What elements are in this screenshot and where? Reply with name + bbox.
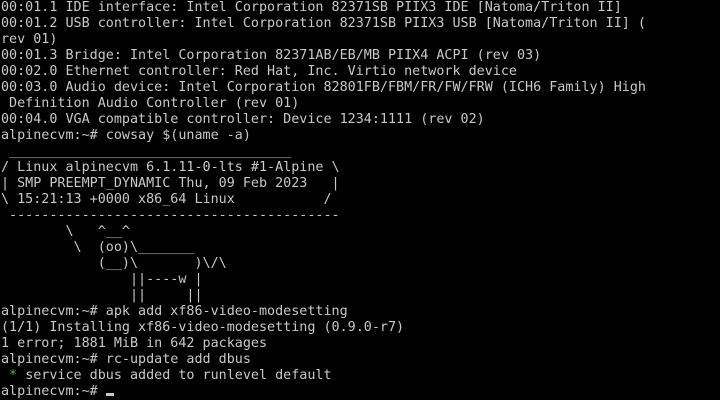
terminal-line: 00:03.0 Audio device: Intel Corporation … [1,80,646,95]
cowsay-bubble-line: / Linux alpinecvm 6.1.11-0-lts #1-Alpine… [1,160,340,175]
terminal-line: rev 01) [1,32,58,47]
terminal-prompt-line: alpinecvm:~# rc-update add dbus [1,352,251,367]
terminal-line: 00:04.0 VGA compatible controller: Devic… [1,112,485,127]
terminal-input-line[interactable]: alpinecvm:~# [1,384,720,400]
terminal-prompt: alpinecvm:~# [1,384,106,399]
cowsay-cow-line: || || [1,288,203,303]
terminal-prompt-line: alpinecvm:~# apk add xf86-video-modesett… [1,304,348,319]
terminal-line: 00:01.1 IDE interface: Intel Corporation… [1,0,622,15]
terminal-prompt-line: alpinecvm:~# cowsay $(uname -a) [1,128,251,143]
terminal-line: (1/1) Installing xf86-video-modesetting … [1,320,405,335]
terminal-line: 00:01.2 USB controller: Intel Corporatio… [1,16,646,31]
cowsay-cow-line: \ (oo)\_______ [1,240,195,255]
cowsay-bubble-line: \ 15:21:13 +0000 x86_64 Linux / [1,192,332,207]
cowsay-cow-line: ||----w | [1,272,203,287]
cowsay-bubble-bottom: ----------------------------------------… [1,208,340,223]
cowsay-cow-line: \ ^__^ [1,224,130,239]
cowsay-bubble-line: | SMP PREEMPT_DYNAMIC Thu, 09 Feb 2023 | [1,176,340,191]
terminal-screen[interactable]: 00:01.1 IDE interface: Intel Corporation… [0,0,720,400]
terminal-line: 1 error; 1881 MiB in 642 packages [1,336,268,351]
text-cursor [105,393,114,396]
terminal-line: * service dbus added to runlevel default [1,368,332,383]
cowsay-bubble-top: ___________________________________ [1,144,292,159]
status-bullet-icon: * [1,368,26,383]
terminal-line: 00:02.0 Ethernet controller: Red Hat, In… [1,64,517,79]
terminal-line: 00:01.3 Bridge: Intel Corporation 82371A… [1,48,542,63]
terminal-line: Definition Audio Controller (rev 01) [1,96,300,111]
cowsay-cow-line: (__)\ )\/\ [1,256,227,271]
